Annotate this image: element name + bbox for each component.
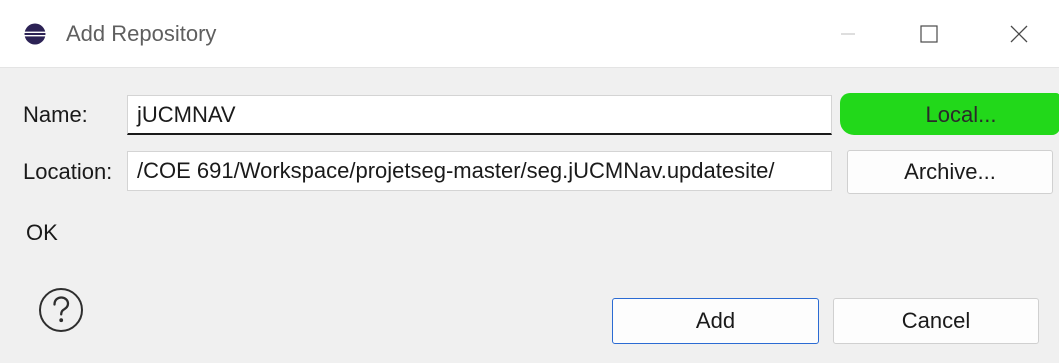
name-input[interactable]: jUCMNAV [127,95,832,135]
title-bar: Add Repository [0,0,1059,68]
minimize-button[interactable] [819,0,877,68]
cancel-button[interactable]: Cancel [833,298,1039,344]
close-icon [1010,25,1028,43]
maximize-icon [920,25,938,43]
add-repository-dialog: Add Repository Name: jUCMNAV Local... Lo… [0,0,1059,363]
minimize-icon [841,33,855,35]
status-message: OK [26,220,58,245]
location-input[interactable]: /COE 691/Workspace/projetseg-master/seg.… [127,151,832,191]
help-icon[interactable] [38,287,84,333]
add-button[interactable]: Add [612,298,819,344]
location-label: Location: [23,159,113,184]
archive-button[interactable]: Archive... [847,150,1053,194]
close-button[interactable] [990,0,1048,68]
maximize-button[interactable] [900,0,958,68]
name-label: Name: [23,102,88,127]
window-title: Add Repository [66,21,217,46]
local-button[interactable]: Local... [840,93,1059,135]
eclipse-icon [24,23,46,45]
